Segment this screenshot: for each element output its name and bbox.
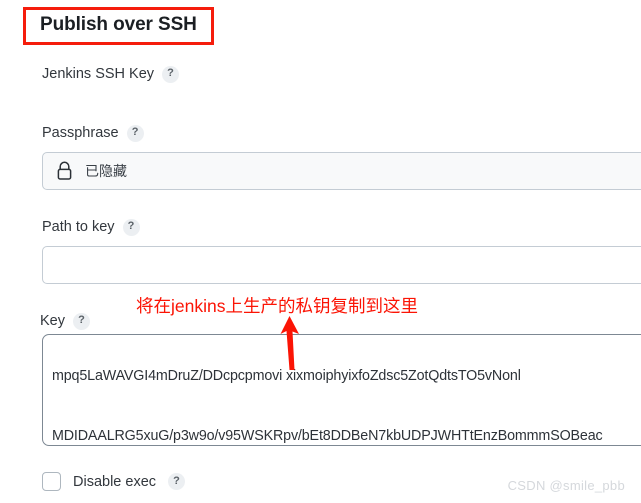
passphrase-label: Passphrase xyxy=(42,125,119,141)
lock-icon xyxy=(56,161,73,181)
disable-exec-row[interactable]: Disable exec ? xyxy=(42,472,186,491)
watermark: CSDN @smile_pbb xyxy=(507,478,625,493)
disable-exec-label: Disable exec xyxy=(73,473,157,490)
disable-exec-checkbox[interactable] xyxy=(42,472,61,491)
jenkins-ssh-key-label-row: Jenkins SSH Key ? xyxy=(42,65,180,83)
annotation-label: 将在jenkins上生产的私钥复制到这里 xyxy=(136,296,418,316)
jenkins-ssh-key-label: Jenkins SSH Key xyxy=(42,66,155,82)
key-line: mpq5LaWAVGI4mDruZ/DDcpcpmovi xixmoiphyix… xyxy=(52,367,521,384)
key-textarea-content: mpq5LaWAVGI4mDruZ/DDcpcpmovi xixmoiphyix… xyxy=(52,335,641,445)
path-to-key-label: Path to key xyxy=(42,219,115,235)
path-to-key-input[interactable] xyxy=(42,246,641,284)
key-line: MDIDAALRG5xuG/p3w9o/v95WSKRpv/bEt8DDBeN7… xyxy=(52,428,603,445)
help-icon[interactable]: ? xyxy=(162,65,180,83)
help-icon[interactable]: ? xyxy=(122,218,140,236)
page-title: Publish over SSH xyxy=(40,14,197,35)
key-textarea[interactable]: mpq5LaWAVGI4mDruZ/DDcpcpmovi xixmoiphyix… xyxy=(42,334,641,446)
help-icon[interactable]: ? xyxy=(73,312,90,330)
passphrase-input[interactable]: 已隐藏 xyxy=(42,152,641,190)
passphrase-hidden-value: 已隐藏 xyxy=(85,163,127,179)
section-title-highlight-box: Publish over SSH xyxy=(23,7,214,45)
key-label-row: Key ? xyxy=(40,312,90,330)
path-to-key-label-row: Path to key ? xyxy=(42,218,140,236)
help-icon[interactable]: ? xyxy=(168,473,186,490)
key-label: Key xyxy=(40,313,65,329)
passphrase-label-row: Passphrase ? xyxy=(42,124,144,142)
help-icon[interactable]: ? xyxy=(126,124,144,142)
